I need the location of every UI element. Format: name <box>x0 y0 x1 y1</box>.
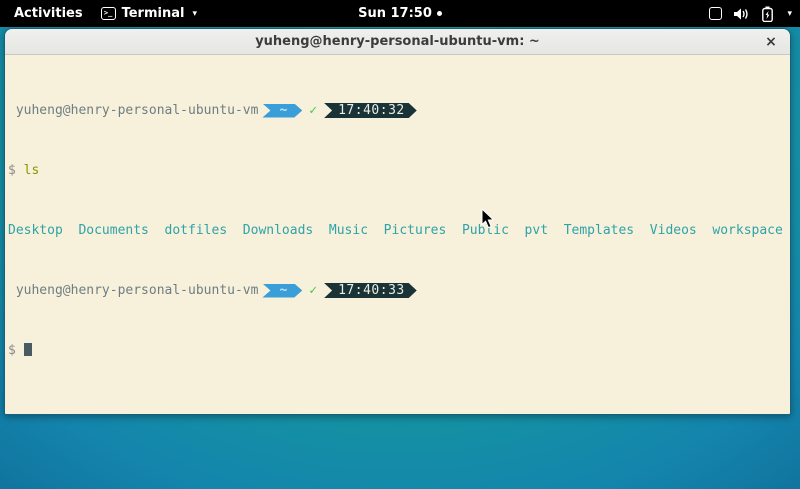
command-line: $ ls <box>8 163 788 178</box>
prompt-line-2: yuheng@henry-personal-ubuntu-vm ~ ✓ 17:4… <box>8 283 788 298</box>
terminal-window: yuheng@henry-personal-ubuntu-vm: ~ × yuh… <box>4 28 791 415</box>
prompt-dollar: $ <box>8 163 16 178</box>
chevron-down-icon: ▾ <box>192 9 197 19</box>
prompt-time-badge: 17:40:32 <box>324 103 417 118</box>
status-check-icon: ✓ <box>309 103 317 118</box>
system-status-menu[interactable]: ▾ <box>709 0 792 27</box>
prompt-user: yuheng@henry-personal-ubuntu-vm <box>8 283 258 298</box>
screen-icon <box>709 7 722 20</box>
clock-menu[interactable]: Sun 17:50 <box>358 6 442 21</box>
prompt-path-segment: ~ <box>262 104 302 118</box>
terminal-content[interactable]: yuheng@henry-personal-ubuntu-vm ~ ✓ 17:4… <box>5 55 790 414</box>
app-menu-label: Terminal <box>122 6 185 21</box>
current-input-line[interactable]: $ <box>8 343 788 358</box>
prompt-path-segment: ~ <box>262 284 302 298</box>
text-cursor <box>24 343 32 356</box>
gnome-top-bar: Activities >_ Terminal ▾ Sun 17:50 <box>0 0 800 27</box>
ls-output: Desktop Documents dotfiles Downloads Mus… <box>8 223 788 238</box>
notification-dot-icon <box>437 11 442 16</box>
battery-charging-icon <box>762 6 773 22</box>
volume-icon <box>734 7 750 21</box>
prompt-dollar: $ <box>8 343 16 358</box>
prompt-time-badge: 17:40:33 <box>324 283 417 298</box>
terminal-icon: >_ <box>101 7 116 20</box>
chevron-down-icon: ▾ <box>787 9 792 19</box>
desktop-screen: Activities >_ Terminal ▾ Sun 17:50 <box>0 0 800 489</box>
app-menu-terminal[interactable]: >_ Terminal ▾ <box>101 6 197 21</box>
prompt-line-1: yuheng@henry-personal-ubuntu-vm ~ ✓ 17:4… <box>8 103 788 118</box>
clock-label: Sun 17:50 <box>358 6 432 21</box>
activities-button[interactable]: Activities <box>10 4 87 23</box>
window-titlebar[interactable]: yuheng@henry-personal-ubuntu-vm: ~ × <box>5 29 790 55</box>
window-title: yuheng@henry-personal-ubuntu-vm: ~ <box>255 34 540 49</box>
status-check-icon: ✓ <box>309 283 317 298</box>
typed-command: ls <box>24 163 40 178</box>
prompt-user: yuheng@henry-personal-ubuntu-vm <box>8 103 258 118</box>
close-icon[interactable]: × <box>760 29 782 55</box>
